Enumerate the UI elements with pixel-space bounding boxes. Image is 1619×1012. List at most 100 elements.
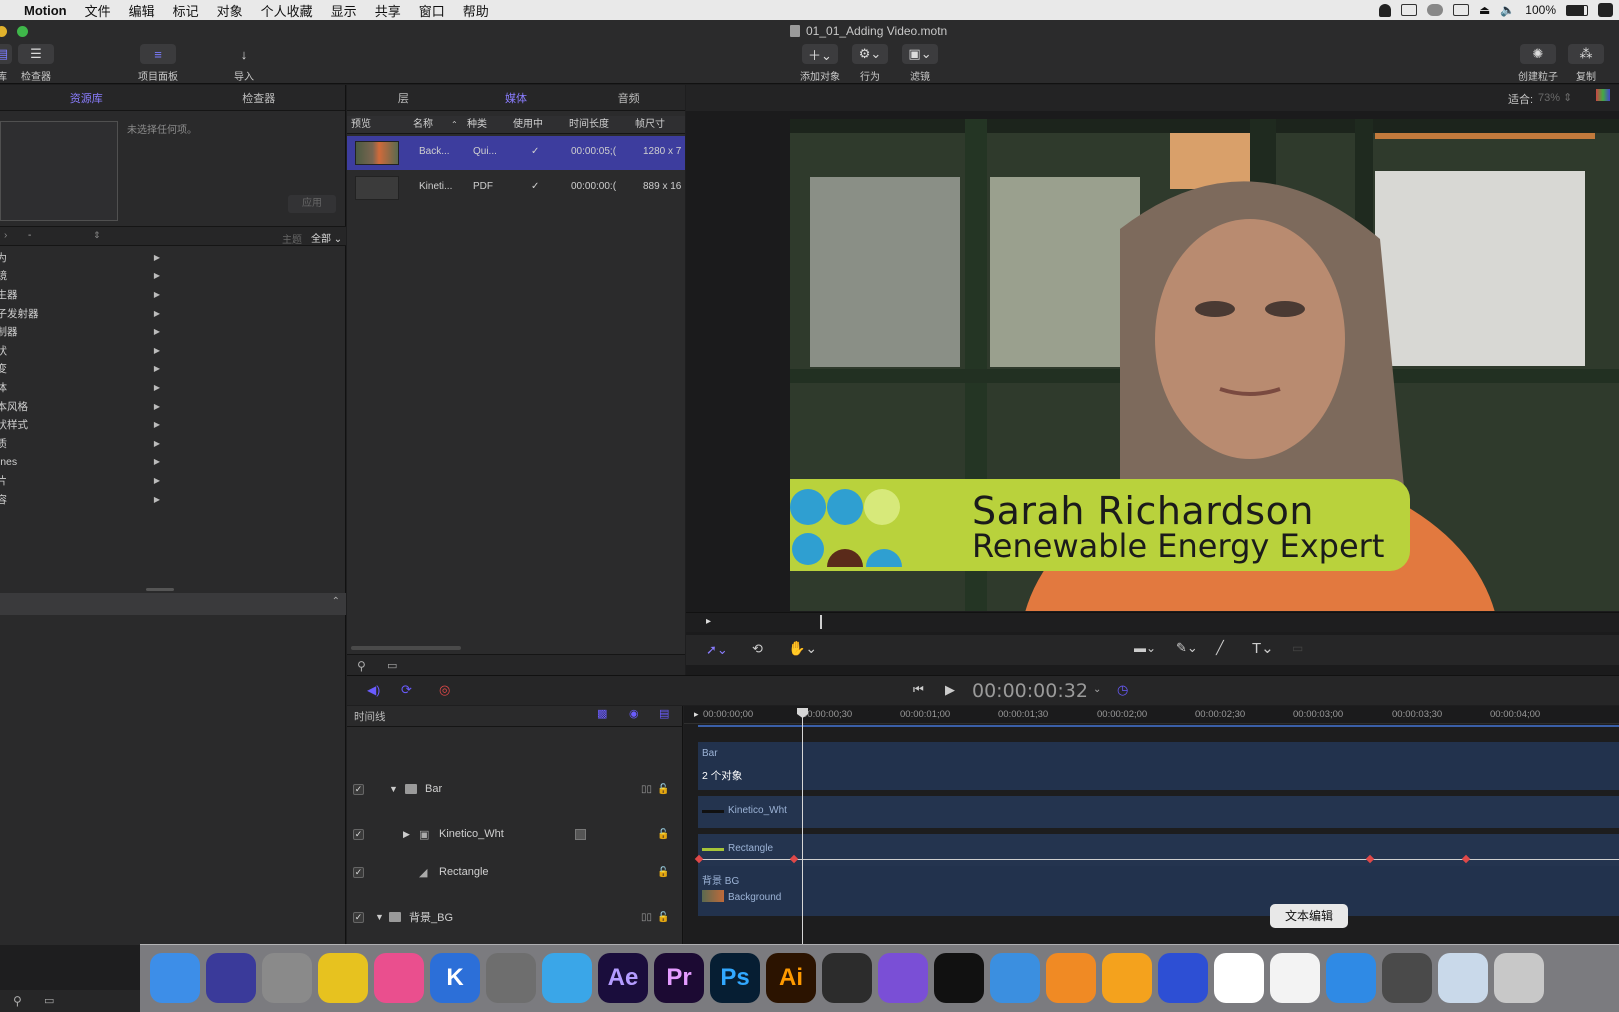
player-app-icon[interactable] xyxy=(1102,953,1152,1003)
eject-icon[interactable]: ⏏ xyxy=(1479,3,1490,17)
layer-visibility-checkbox[interactable]: ✓ xyxy=(353,866,364,878)
baidu-cloud-icon[interactable] xyxy=(1214,953,1264,1003)
disclosure-arrow-icon[interactable]: ▶ xyxy=(154,476,160,485)
volume-icon[interactable]: 🔈 xyxy=(1500,3,1515,17)
media-row[interactable]: Kineti... PDF ✓ 00:00:00:( 889 x 16 xyxy=(347,171,685,205)
disclosure-arrow-icon[interactable]: ▶ xyxy=(154,364,160,373)
safari-icon[interactable] xyxy=(1326,953,1376,1003)
menu-mark[interactable]: 标记 xyxy=(164,1,208,20)
layer-row-bg[interactable]: ✓ ▼ 背景_BG ▯▯ 🔓 xyxy=(347,898,673,936)
library-category-item[interactable]: 发生器 ▶ xyxy=(0,285,346,304)
library-category-item[interactable]: 材质 ▶ xyxy=(0,434,346,453)
library-category-item[interactable]: 渐变 ▶ xyxy=(0,360,346,379)
apply-button[interactable]: 应用 xyxy=(288,195,336,213)
loop-icon[interactable]: ⟳ xyxy=(401,682,412,698)
tab-audio[interactable]: 音频 xyxy=(572,85,685,110)
replicate-button[interactable]: ⁂ 复制 xyxy=(1568,44,1604,83)
group-2d-icon[interactable]: ▯▯ xyxy=(641,784,652,795)
battery-icon[interactable] xyxy=(1566,4,1588,16)
text-tool-icon[interactable]: T⌄ xyxy=(1252,639,1274,657)
window-zoom-button[interactable] xyxy=(17,26,28,37)
fish-app-icon[interactable] xyxy=(990,953,1040,1003)
disclosure-arrow-icon[interactable]: ▶ xyxy=(154,439,160,448)
disclosure-arrow-icon[interactable]: ▶ xyxy=(154,402,160,411)
show-filters-icon[interactable]: ▤ xyxy=(659,707,669,720)
chrome-icon[interactable] xyxy=(318,953,368,1003)
motion-icon[interactable] xyxy=(878,953,928,1003)
menu-help[interactable]: 帮助 xyxy=(454,1,498,20)
menu-file[interactable]: 文件 xyxy=(76,1,120,20)
lock-icon[interactable]: 🔓 xyxy=(657,867,669,878)
itunes-icon[interactable] xyxy=(374,953,424,1003)
disclosure-triangle-icon[interactable]: ▼ xyxy=(389,784,398,794)
disclosure-arrow-icon[interactable]: ▶ xyxy=(154,271,160,280)
menu-view[interactable]: 显示 xyxy=(322,1,366,20)
import-button[interactable]: ↓ 导入 xyxy=(226,44,262,84)
col-kind[interactable]: 种类 xyxy=(467,116,487,134)
view-toggle-icon[interactable]: ▭ xyxy=(44,994,54,1007)
project-pane-button[interactable]: ≡ 项目面板 xyxy=(138,44,178,83)
menu-app-name[interactable]: Motion xyxy=(0,3,76,18)
go-to-start-button[interactable]: ⏮ xyxy=(913,682,924,697)
add-object-button[interactable]: ＋⌄ 添加对象 xyxy=(800,44,840,83)
shape-tool-icon[interactable]: ▬⌄ xyxy=(1134,641,1156,655)
view-options-icon[interactable] xyxy=(1596,89,1610,101)
bezier-tool-icon[interactable]: ✎⌄ xyxy=(1176,640,1198,656)
library-category-item[interactable]: 形状 ▶ xyxy=(0,341,346,360)
fox-app-icon[interactable] xyxy=(1046,953,1096,1003)
disclosure-arrow-icon[interactable]: ▶ xyxy=(154,457,160,466)
disclosure-arrow-icon[interactable]: ▶ xyxy=(154,495,160,504)
photoshop-icon[interactable]: Ps xyxy=(710,953,760,1003)
mini-playhead[interactable] xyxy=(820,615,822,629)
lock-icon[interactable]: 🔓 xyxy=(657,784,669,795)
menu-favorites[interactable]: 个人收藏 xyxy=(252,1,322,20)
col-duration[interactable]: 时间长度 xyxy=(569,116,609,134)
disclosure-arrow-icon[interactable]: ▶ xyxy=(154,346,160,355)
col-in-use[interactable]: 使用中 xyxy=(513,116,543,134)
bird-app-icon[interactable] xyxy=(542,953,592,1003)
col-frame-size[interactable]: 帧尺寸 xyxy=(635,116,665,134)
presentation-icon[interactable] xyxy=(1382,953,1432,1003)
track-rectangle[interactable]: Rectangle xyxy=(698,834,1619,866)
menu-share[interactable]: 共享 xyxy=(366,1,410,20)
menu-window[interactable]: 窗口 xyxy=(410,1,454,20)
search-icon[interactable]: ⚲ xyxy=(357,659,366,673)
mask-tool-icon[interactable]: ▭ xyxy=(1292,641,1303,655)
final-cut-icon[interactable] xyxy=(822,953,872,1003)
library-category-item[interactable]: 内容 ▶ xyxy=(0,490,346,509)
audio-toggle-icon[interactable]: ◀) xyxy=(367,683,380,697)
timecode-dropdown-icon[interactable]: ⌄ xyxy=(1093,684,1101,695)
folder-icon[interactable] xyxy=(1438,953,1488,1003)
search-icon[interactable]: ⚲ xyxy=(13,994,22,1008)
inspector-toggle-button[interactable]: ☰ 检查器 xyxy=(18,44,54,83)
collapse-icon[interactable]: ⌃ xyxy=(332,596,340,607)
filters-button[interactable]: ▣⌄ 滤镜 xyxy=(902,44,938,83)
launchpad-icon[interactable] xyxy=(262,953,312,1003)
tab-layers[interactable]: 层 xyxy=(347,85,460,110)
mini-timeline[interactable]: ▸ xyxy=(686,612,1619,632)
lock-icon[interactable]: 🔓 xyxy=(657,912,669,923)
system-preferences-icon[interactable] xyxy=(486,953,536,1003)
library-category-item[interactable]: 复制器 ▶ xyxy=(0,322,346,341)
theme-select[interactable]: 全部 ⌄ xyxy=(311,230,342,245)
tab-media[interactable]: 媒体 xyxy=(460,85,573,110)
layer-visibility-checkbox[interactable]: ✓ xyxy=(353,783,364,795)
library-category-item[interactable]: 文本风格 ▶ xyxy=(0,397,346,416)
disclosure-arrow-icon[interactable]: ▶ xyxy=(154,309,160,318)
layer-row-bar[interactable]: ✓ ▼ Bar ▯▯ 🔓 xyxy=(347,770,673,808)
show-behaviors-icon[interactable]: ◉ xyxy=(629,707,639,720)
layer-row-kinetico[interactable]: ✓ ▶ ▣ Kinetico_Wht 🔓 xyxy=(347,815,673,853)
library-category-item[interactable]: 粒子发射器 ▶ xyxy=(0,304,346,323)
finder-icon[interactable] xyxy=(150,953,200,1003)
disclosure-arrow-icon[interactable]: ▶ xyxy=(154,420,160,429)
library-category-item[interactable]: 行为 ▶ xyxy=(0,248,346,267)
cloud-status-icon[interactable] xyxy=(1427,4,1443,16)
library-category-item[interactable]: 形状样式 ▶ xyxy=(0,415,346,434)
menu-object[interactable]: 对象 xyxy=(208,1,252,20)
col-preview[interactable]: 预览 xyxy=(351,116,371,134)
video-preview[interactable]: Sarah Richardson Renewable Energy Expert xyxy=(790,119,1619,611)
siri-icon[interactable] xyxy=(206,953,256,1003)
disclosure-triangle-icon[interactable]: ▶ xyxy=(403,829,410,840)
layer-visibility-checkbox[interactable]: ✓ xyxy=(353,911,364,923)
pan-tool-icon[interactable]: ✋⌄ xyxy=(788,640,817,657)
